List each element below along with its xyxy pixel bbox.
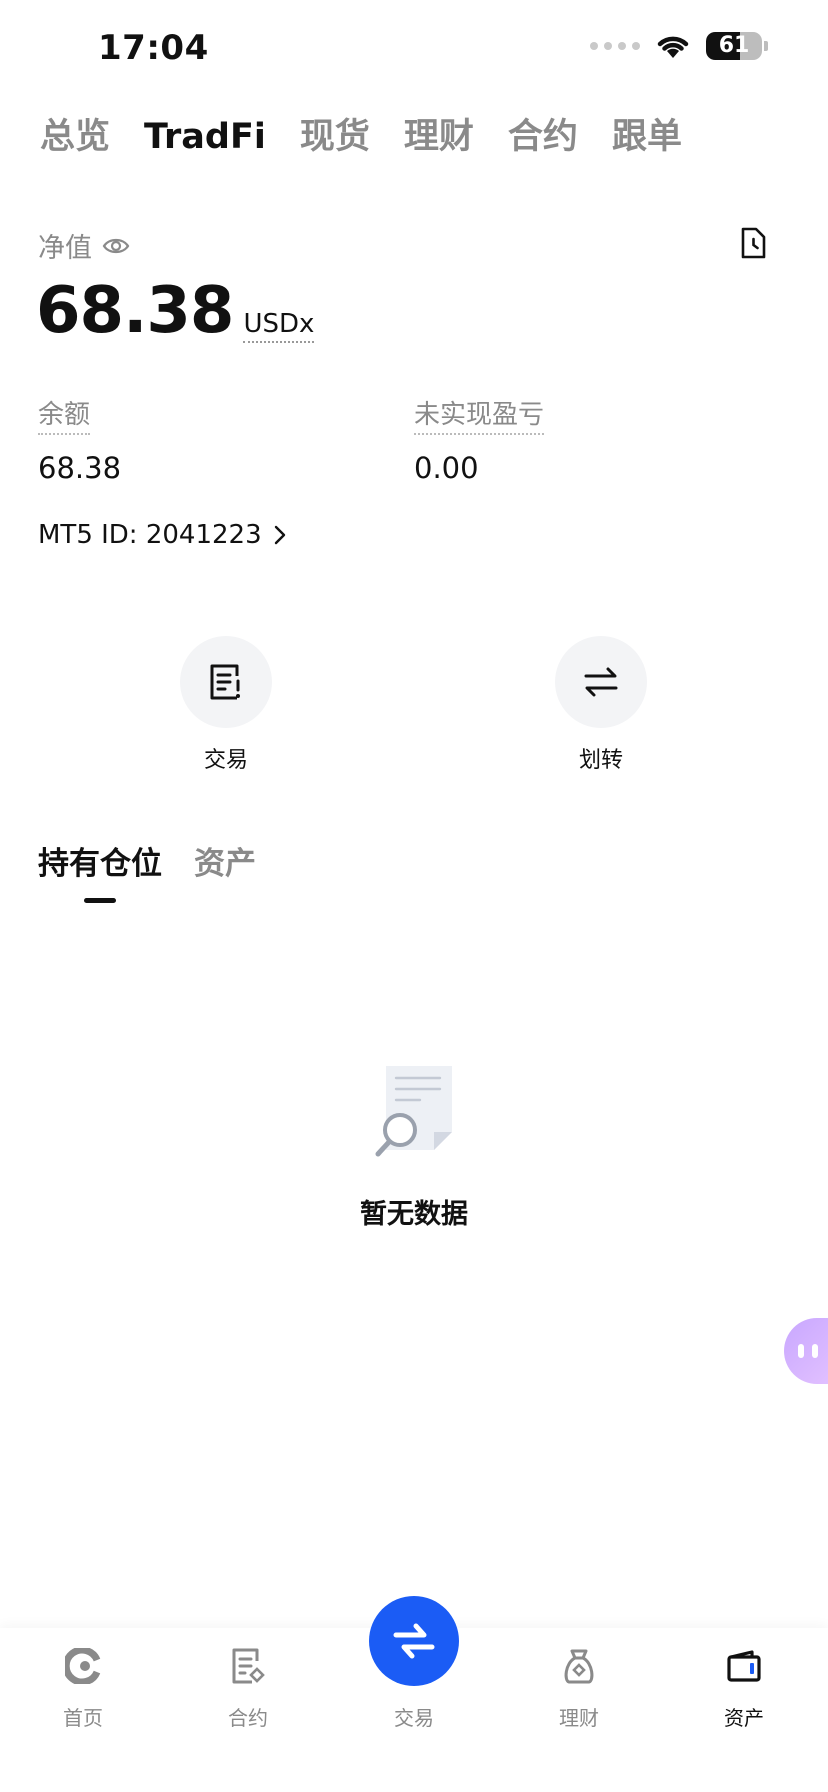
transfer-action[interactable]: 划转: [555, 636, 647, 774]
balance-metric: 余额 68.38: [38, 394, 121, 485]
tab-assets[interactable]: 资产: [194, 838, 256, 883]
floating-assistant-button[interactable]: [784, 1318, 828, 1384]
status-indicators: 61: [590, 32, 768, 60]
transfer-arrows-icon: [584, 667, 618, 697]
status-time: 17:04: [98, 28, 209, 68]
mt5-id-text: MT5 ID: 2041223: [38, 520, 262, 550]
cellular-signal-icon: [590, 42, 640, 50]
nav-contract-label: 合约: [228, 1706, 268, 1730]
net-value-header: 净值: [38, 226, 130, 265]
eye-icon[interactable]: [102, 236, 130, 256]
nav-trade-label: 交易: [394, 1706, 434, 1730]
net-value-label: 净值: [38, 233, 92, 264]
nav-assets[interactable]: 资产: [694, 1644, 794, 1731]
tab-finance[interactable]: 理财: [404, 108, 474, 159]
trade-action-circle[interactable]: [180, 636, 272, 728]
top-tabs: 总览 TradFi 现货 理财 合约 跟单: [40, 108, 682, 159]
balance-value: 68.38: [38, 451, 122, 485]
history-record-icon[interactable]: [736, 226, 770, 260]
nav-assets-label: 资产: [724, 1706, 764, 1730]
tab-contract[interactable]: 合约: [508, 108, 578, 159]
wifi-icon: [657, 36, 689, 58]
chevron-right-icon: [274, 525, 285, 545]
nav-home-label: 首页: [63, 1706, 103, 1730]
contract-icon: [232, 1648, 265, 1684]
tab-tradfi[interactable]: TradFi: [144, 117, 266, 157]
net-value: 68.38: [36, 274, 234, 348]
unrealized-pnl-value: 0.00: [414, 451, 479, 485]
finance-bag-icon: [564, 1649, 594, 1684]
position-tabs: 持有仓位 资产: [38, 838, 256, 883]
nav-trade-button[interactable]: [369, 1596, 459, 1686]
wallet-icon: [727, 1650, 761, 1682]
nav-contract[interactable]: 合约: [198, 1644, 298, 1731]
tab-overview[interactable]: 总览: [40, 108, 110, 159]
tab-spot[interactable]: 现货: [300, 108, 370, 159]
unrealized-pnl-label[interactable]: 未实现盈亏: [414, 394, 545, 435]
nav-finance[interactable]: 理财: [529, 1644, 629, 1731]
trade-action-label: 交易: [203, 748, 248, 773]
trade-action[interactable]: 交易: [180, 636, 272, 774]
order-list-icon: [210, 664, 240, 700]
empty-state-text: 暂无数据: [360, 1199, 468, 1230]
battery-icon: 61: [706, 32, 762, 60]
nav-home[interactable]: 首页: [33, 1644, 133, 1731]
tab-positions[interactable]: 持有仓位: [38, 838, 162, 883]
balance-label[interactable]: 余额: [38, 394, 91, 435]
net-value-row: 68.38 USDx: [36, 274, 315, 348]
active-tab-indicator: [84, 898, 116, 903]
transfer-action-label: 划转: [578, 748, 623, 773]
unrealized-pnl-metric: 未实现盈亏 0.00: [414, 394, 545, 485]
swap-icon: [393, 1623, 435, 1659]
mt5-id-link[interactable]: MT5 ID: 2041223: [38, 520, 286, 550]
nav-finance-label: 理财: [559, 1706, 599, 1730]
battery-percent: 61: [718, 33, 750, 58]
currency-unit[interactable]: USDx: [243, 309, 315, 343]
tab-copy-trading[interactable]: 跟单: [612, 108, 682, 159]
home-icon: [65, 1648, 101, 1684]
empty-document-search-icon: [375, 1066, 452, 1157]
transfer-action-circle[interactable]: [555, 636, 647, 728]
